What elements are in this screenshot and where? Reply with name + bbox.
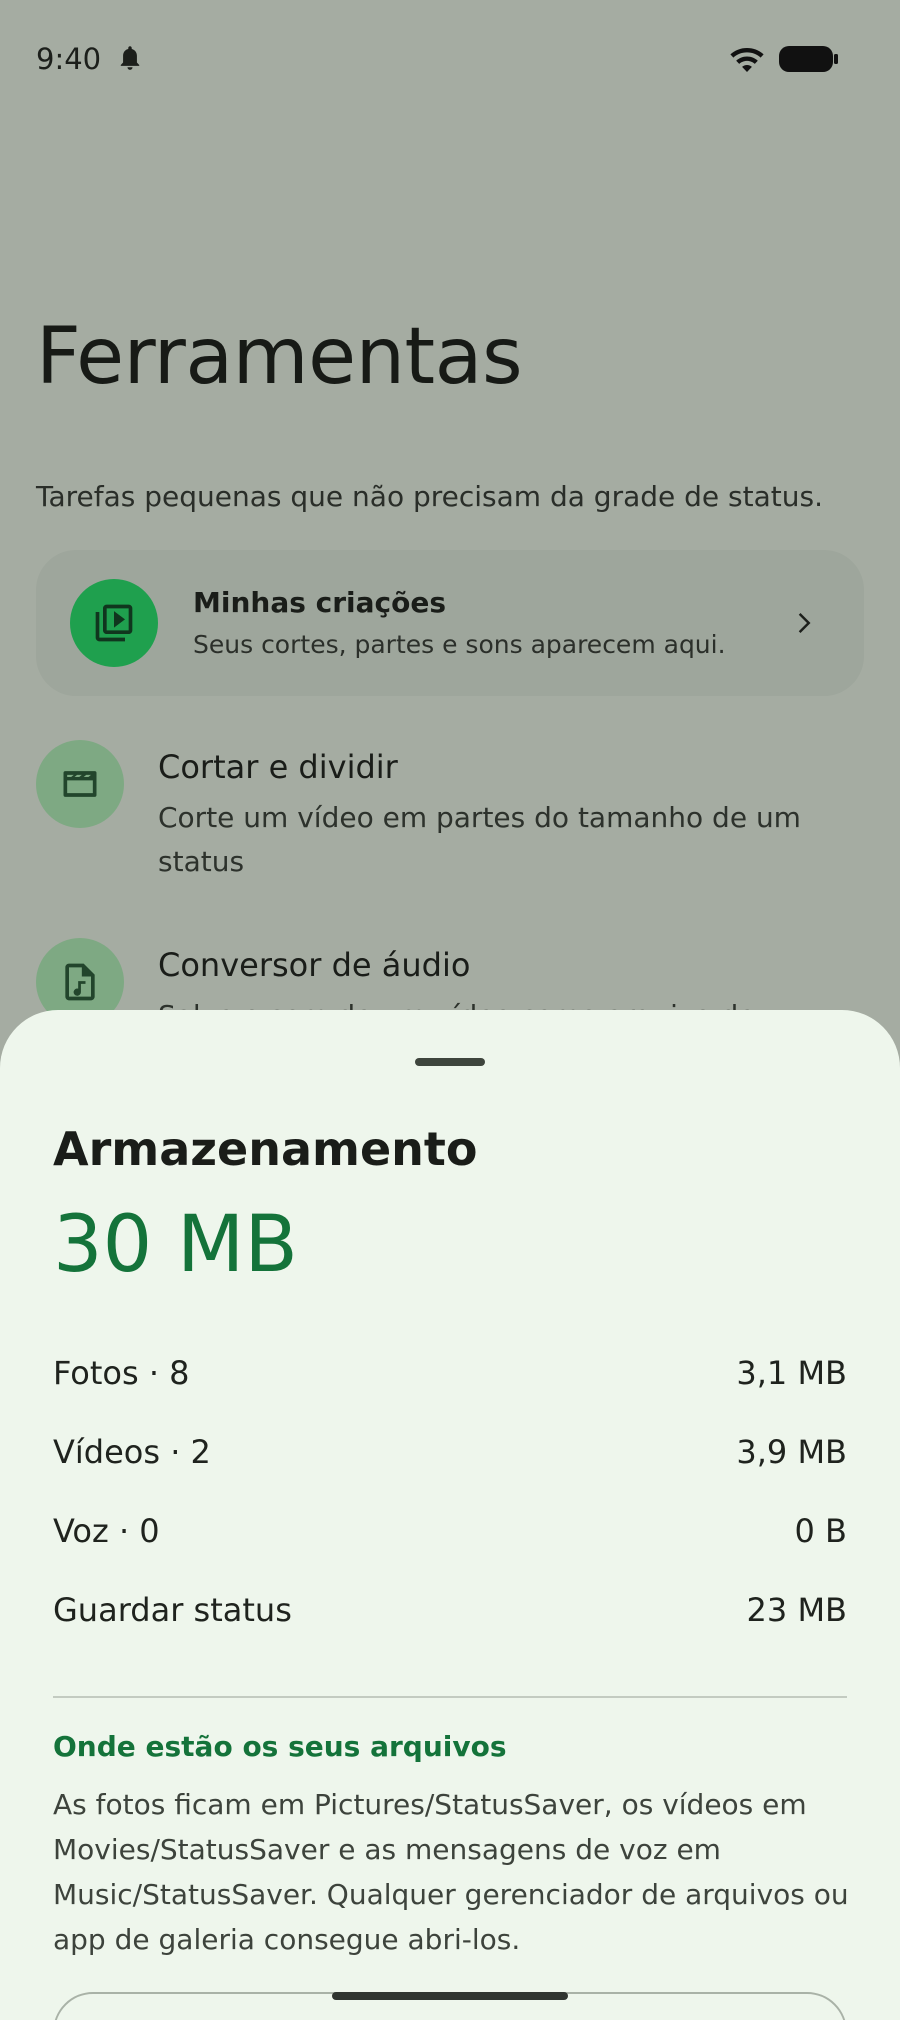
storage-row-size: 3,9 MB [736,1433,847,1471]
tool-title: Cortar e dividir [158,748,398,786]
audio-file-icon [65,963,95,1001]
video-library-icon [95,604,133,642]
creations-icon-circle [70,579,158,667]
files-location-description: As fotos ficam em Pictures/StatusSaver, … [53,1788,849,1956]
storage-total: 30 MB [53,1200,298,1290]
chevron-right-icon [798,613,811,633]
storage-row-size: 23 MB [746,1591,847,1629]
storage-row-label: Guardar status [53,1591,292,1629]
battery-icon [779,46,838,72]
storage-row-label: Vídeos · 2 [53,1433,211,1471]
clapperboard-icon [63,771,97,797]
bell-icon [120,46,140,70]
tool-title: Conversor de áudio [158,946,471,984]
storage-row-label: Voz · 0 [53,1512,160,1550]
status-time: 9:40 [36,42,102,76]
storage-row-voice: Voz · 0 0 B [53,1512,847,1556]
wifi-icon [730,48,764,72]
tool-description: Corte um vídeo em partes do tamanho de u… [158,801,801,878]
divider [53,1696,847,1698]
storage-row-label: Fotos · 8 [53,1354,190,1392]
creations-title: Minhas criações [193,586,447,619]
status-bar: 9:40 [0,0,900,120]
tool-trim-split[interactable]: Cortar e dividir Corte um vídeo em parte… [36,740,864,890]
storage-row-size: 0 B [794,1512,847,1550]
storage-title: Armazenamento [53,1122,478,1176]
storage-bottom-sheet: Armazenamento 30 MB Fotos · 8 3,1 MB Víd… [0,1010,900,2020]
storage-row-size: 3,1 MB [736,1354,847,1392]
files-location-heading: Onde estão os seus arquivos [53,1730,507,1763]
navigation-gesture-handle[interactable] [332,1992,568,2000]
sheet-drag-handle[interactable] [415,1058,485,1066]
tool-audio-converter[interactable]: Conversor de áudio Salve o som de um víd… [36,938,864,1076]
page-subtitle: Tarefas pequenas que não precisam da gra… [36,480,823,513]
storage-row-saved-status: Guardar status 23 MB [53,1591,847,1635]
my-creations-card[interactable]: Minhas criações Seus cortes, partes e so… [36,550,864,696]
page-title: Ferramentas [36,312,523,402]
storage-row-videos: Vídeos · 2 3,9 MB [53,1433,847,1477]
trim-icon-circle [36,740,124,828]
storage-row-photos: Fotos · 8 3,1 MB [53,1354,847,1398]
creations-description: Seus cortes, partes e sons aparecem aqui… [193,630,726,659]
